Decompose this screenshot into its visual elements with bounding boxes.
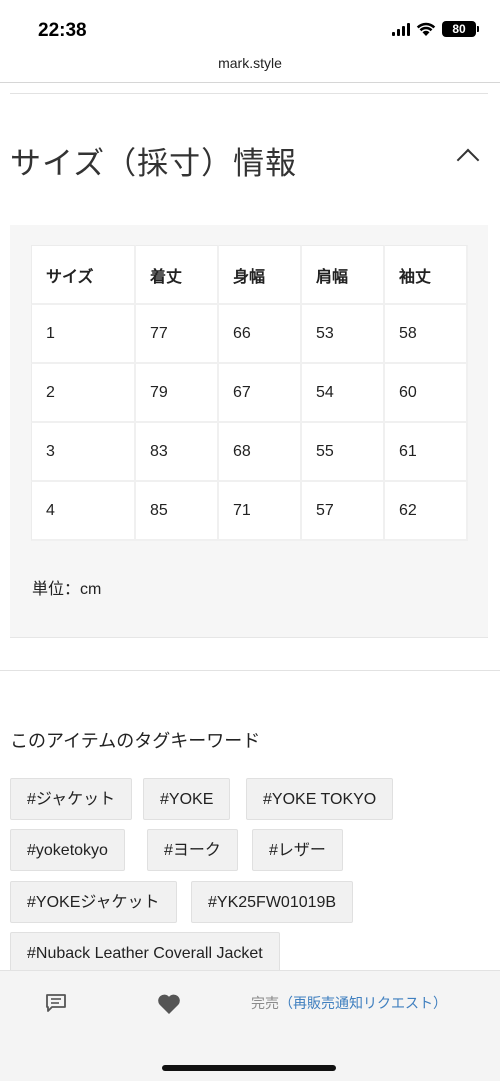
table-cell: 77 (136, 305, 219, 364)
table-cell: 79 (136, 364, 219, 423)
message-icon[interactable] (46, 994, 66, 1012)
size-panel: サイズ 着丈 身幅 肩幅 袖丈 1 77 66 53 58 2 79 67 54… (10, 225, 488, 638)
status-bar: 22:38 80 (0, 0, 500, 52)
table-cell: 3 (31, 423, 136, 482)
table-cell: 1 (31, 305, 136, 364)
table-cell: 2 (31, 364, 136, 423)
wifi-icon (416, 22, 436, 36)
unit-label: 単位：cm (32, 581, 102, 598)
table-cell: 66 (219, 305, 302, 364)
tag-item[interactable]: #ジャケット (10, 778, 133, 820)
status-icons: 80 (392, 21, 479, 37)
table-row: 1 77 66 53 58 (31, 305, 468, 364)
bottom-action-bar: 完売（再販売通知リクエスト） (0, 970, 500, 1081)
signal-icon (392, 22, 410, 36)
table-cell: 57 (302, 482, 385, 541)
tag-item[interactable]: #YK25FW01019B (191, 881, 354, 923)
soldout-status[interactable]: 完売（再販売通知リクエスト） (251, 993, 447, 1013)
tag-item[interactable]: #yoketokyo (10, 829, 125, 871)
tag-item[interactable]: #YOKE (143, 778, 231, 820)
table-cell: 53 (302, 305, 385, 364)
table-header-cell: 身幅 (219, 245, 302, 305)
table-header-cell: 袖丈 (385, 245, 468, 305)
tag-item[interactable]: #YOKEジャケット (10, 881, 177, 923)
table-cell: 85 (136, 482, 219, 541)
table-cell: 54 (302, 364, 385, 423)
url-text: mark.style (218, 55, 282, 71)
table-cell: 55 (302, 423, 385, 482)
table-cell: 62 (385, 482, 468, 541)
tags-list: #ジャケット #YOKE #YOKE TOKYO #yoketokyo #ヨーク… (10, 778, 490, 970)
table-row: 4 85 71 57 62 (31, 482, 468, 541)
table-cell: 61 (385, 423, 468, 482)
tag-item[interactable]: #YOKE TOKYO (246, 778, 394, 820)
chevron-up-icon[interactable] (456, 148, 480, 172)
restock-request-link[interactable]: （再販売通知リクエスト） (279, 995, 447, 1011)
section-title: サイズ（採寸）情報 (10, 146, 298, 181)
table-header-cell: 肩幅 (302, 245, 385, 305)
table-cell: 68 (219, 423, 302, 482)
heart-icon[interactable] (157, 993, 181, 1015)
divider (0, 670, 500, 671)
table-cell: 67 (219, 364, 302, 423)
tags-heading: このアイテムのタグキーワード (10, 731, 261, 751)
table-cell: 4 (31, 482, 136, 541)
tag-item[interactable]: #Nuback Leather Coverall Jacket (10, 932, 280, 970)
table-header-cell: 着丈 (136, 245, 219, 305)
table-row: 2 79 67 54 60 (31, 364, 468, 423)
table-cell: 58 (385, 305, 468, 364)
status-time: 22:38 (38, 20, 87, 41)
soldout-label: 完売 (251, 995, 279, 1011)
tag-item[interactable]: #レザー (252, 829, 343, 871)
size-table: サイズ 着丈 身幅 肩幅 袖丈 1 77 66 53 58 2 79 67 54… (31, 245, 468, 541)
divider (10, 93, 488, 94)
table-row: 3 83 68 55 61 (31, 423, 468, 482)
table-cell: 60 (385, 364, 468, 423)
table-header-cell: サイズ (31, 245, 136, 305)
tag-item[interactable]: #ヨーク (147, 829, 238, 871)
home-indicator (162, 1065, 336, 1071)
table-cell: 71 (219, 482, 302, 541)
battery-indicator: 80 (442, 21, 479, 37)
table-header-row: サイズ 着丈 身幅 肩幅 袖丈 (31, 245, 468, 305)
url-bar[interactable]: mark.style (0, 52, 500, 83)
table-cell: 83 (136, 423, 219, 482)
